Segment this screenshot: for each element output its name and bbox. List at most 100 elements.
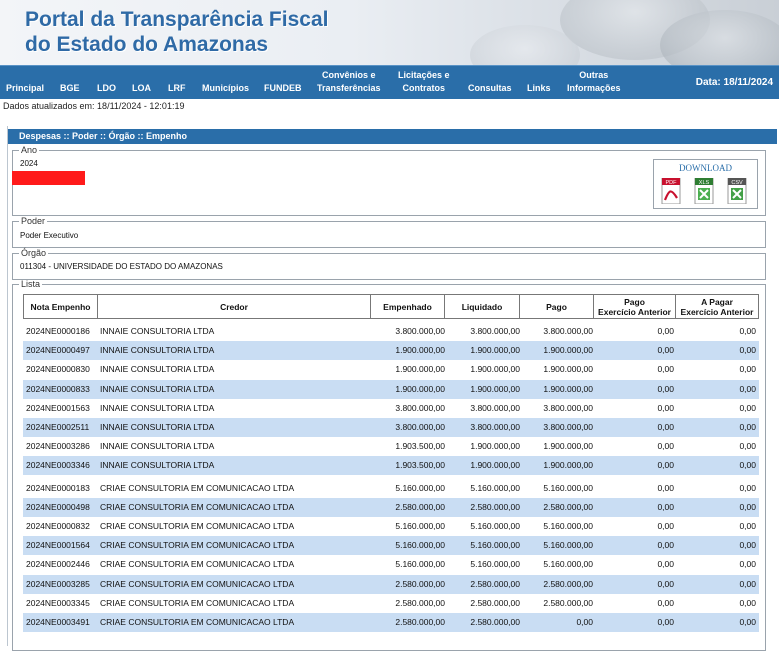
cell-pago-anterior: 0,00 [657, 345, 674, 356]
cell-pago-anterior: 0,00 [657, 597, 674, 608]
poder-value: Poder Executivo [20, 231, 79, 240]
cell-empenhado: 1.903.500,00 [395, 441, 445, 452]
orgao-value: 011304 - UNIVERSIDADE DO ESTADO DO AMAZO… [20, 262, 223, 271]
cell-a-pagar-anterior: 0,00 [739, 402, 756, 413]
col-header-empenhado[interactable]: Empenhado [371, 295, 445, 318]
cell-empenhado: 2.580.000,00 [395, 578, 445, 589]
cell-a-pagar-anterior: 0,00 [739, 460, 756, 471]
cell-credor: INNAIE CONSULTORIA LTDA [100, 345, 215, 356]
cell-nota: 2024NE0000832 [26, 521, 90, 531]
nav-item-consultas[interactable]: Consultas [468, 82, 512, 95]
table-row[interactable]: 2024NE0001563 INNAIE CONSULTORIA LTDA 3.80… [23, 398, 759, 418]
cell-nota: 2024NE0000833 [26, 383, 90, 394]
cell-credor: INNAIE CONSULTORIA LTDA [100, 326, 215, 336]
cell-a-pagar-anterior: 0,00 [739, 540, 756, 551]
xls-download-icon[interactable]: XLS [694, 177, 714, 205]
csv-download-icon[interactable]: CSV [727, 177, 747, 205]
cell-nota: 2024NE0003346 [26, 460, 90, 471]
download-label: DOWNLOAD [679, 163, 732, 173]
site-title-line2: do Estado do Amazonas [25, 33, 269, 56]
cell-nota: 2024NE0002511 [26, 422, 90, 432]
table-row[interactable]: 2024NE0003345 CRIAE CONSULTORIA EM COMUNI… [23, 593, 759, 613]
table-row[interactable]: 2024NE0000498 CRIAE CONSULTORIA EM COMUNI… [23, 497, 759, 517]
cell-empenhado: 5.160.000,00 [395, 559, 445, 570]
cell-pago: 5.160.000,00 [543, 559, 593, 570]
download-box: DOWNLOAD PDF XLS CSV [653, 159, 758, 209]
nav-item-convenios[interactable]: Convênios e Transferências [317, 69, 381, 95]
cell-pago: 1.900.000,00 [543, 441, 593, 452]
col-header-pago[interactable]: Pago [520, 295, 594, 318]
col-header-liquidado[interactable]: Liquidado [445, 295, 520, 318]
col-header-credor[interactable]: Credor [98, 295, 371, 318]
csv-text: CSV [731, 180, 743, 186]
main-nav: Principal BGE LDO LOA LRF Municípios FUN… [0, 65, 779, 99]
cell-pago-anterior: 0,00 [657, 326, 674, 336]
cell-pago: 1.900.000,00 [543, 460, 593, 471]
cell-pago: 2.580.000,00 [543, 597, 593, 608]
cell-credor: INNAIE CONSULTORIA LTDA [100, 441, 215, 452]
cell-pago: 2.580.000,00 [543, 578, 593, 589]
cell-pago-anterior: 0,00 [657, 460, 674, 471]
cell-nota: 2024NE0003285 [26, 578, 90, 589]
cell-nota: 2024NE0000186 [26, 326, 90, 336]
table-row[interactable]: 2024NE0000833 INNAIE CONSULTORIA LTDA 1.90… [23, 379, 759, 399]
table-row[interactable]: 2024NE0000183 CRIAE CONSULTORIA EM COMUNI… [23, 478, 759, 498]
current-date: Data: 18/11/2024 [695, 77, 773, 88]
cell-pago: 1.900.000,00 [543, 383, 593, 394]
cell-liquidado: 1.900.000,00 [470, 364, 520, 375]
cell-liquidado: 2.580.000,00 [470, 617, 520, 627]
site-title[interactable]: Portal da Transparência Fiscal do Estado… [25, 7, 328, 57]
cell-empenhado: 1.900.000,00 [395, 345, 445, 356]
table-row[interactable]: 2024NE0002446 CRIAE CONSULTORIA EM COMUNI… [23, 555, 759, 575]
table-row[interactable]: 2024NE0000832 CRIAE CONSULTORIA EM COMUNI… [23, 517, 759, 536]
nav-item-outras[interactable]: Outras Informações [567, 69, 621, 95]
nav-item-municipios[interactable]: Municípios [202, 82, 249, 95]
cell-nota: 2024NE0003345 [26, 597, 90, 608]
cell-credor: CRIAE CONSULTORIA EM COMUNICACAO LTDA [100, 501, 295, 512]
cell-empenhado: 1.900.000,00 [395, 364, 445, 375]
nav-item-ldo[interactable]: LDO [97, 82, 116, 95]
table-row[interactable]: 2024NE0003491 CRIAE CONSULTORIA EM COMUNI… [23, 613, 759, 632]
pdf-download-icon[interactable]: PDF [661, 177, 681, 205]
cell-a-pagar-anterior: 0,00 [739, 559, 756, 570]
cell-pago: 1.900.000,00 [543, 364, 593, 375]
cell-pago: 5.160.000,00 [543, 482, 593, 493]
nav-item-licitacoes[interactable]: Licitações e Contratos [398, 69, 450, 95]
poder-fieldset: Poder [12, 216, 766, 248]
cell-nota: 2024NE0000497 [26, 345, 90, 356]
cell-pago-anterior: 0,00 [657, 482, 674, 493]
cell-nota: 2024NE0001564 [26, 540, 90, 551]
cell-pago: 0,00 [576, 617, 593, 627]
cell-nota: 2024NE0000830 [26, 364, 90, 375]
nav-item-fundeb[interactable]: FUNDEB [264, 82, 302, 95]
table-row[interactable]: 2024NE0002511 INNAIE CONSULTORIA LTDA 3.80… [23, 418, 759, 437]
cell-empenhado: 5.160.000,00 [395, 482, 445, 493]
table-row[interactable]: 2024NE0000497 INNAIE CONSULTORIA LTDA 1.90… [23, 341, 759, 361]
cell-empenhado: 2.580.000,00 [395, 501, 445, 512]
nav-item-lrf[interactable]: LRF [168, 82, 186, 95]
table-row[interactable]: 2024NE0000186 INNAIE CONSULTORIA LTDA 3.80… [23, 322, 759, 341]
cell-liquidado: 1.900.000,00 [470, 460, 520, 471]
table-row[interactable]: 2024NE0003286 INNAIE CONSULTORIA LTDA 1.90… [23, 437, 759, 457]
nav-item-links[interactable]: Links [527, 82, 551, 95]
cell-pago-anterior: 0,00 [657, 617, 674, 627]
cell-pago-anterior: 0,00 [657, 501, 674, 512]
col-header-a-pagar-anterior[interactable]: A Pagar Exercício Anterior [676, 295, 758, 318]
cell-a-pagar-anterior: 0,00 [739, 326, 756, 336]
table-row[interactable]: 2024NE0000830 INNAIE CONSULTORIA LTDA 1.90… [23, 360, 759, 380]
cell-nota: 2024NE0003286 [26, 441, 90, 452]
table-row[interactable]: 2024NE0001564 CRIAE CONSULTORIA EM COMUNI… [23, 536, 759, 556]
table-row[interactable]: 2024NE0003285 CRIAE CONSULTORIA EM COMUNI… [23, 574, 759, 594]
table-row[interactable]: 2024NE0003346 INNAIE CONSULTORIA LTDA 1.90… [23, 456, 759, 476]
cell-pago-anterior: 0,00 [657, 383, 674, 394]
cell-pago-anterior: 0,00 [657, 422, 674, 432]
nav-item-loa[interactable]: LOA [132, 82, 151, 95]
cell-a-pagar-anterior: 0,00 [739, 441, 756, 452]
orgao-legend: Órgão [21, 248, 47, 258]
nav-item-bge[interactable]: BGE [60, 82, 80, 95]
poder-legend: Poder [21, 216, 46, 226]
nav-item-principal[interactable]: Principal [6, 82, 44, 95]
cell-a-pagar-anterior: 0,00 [739, 345, 756, 356]
col-header-pago-anterior[interactable]: Pago Exercício Anterior [594, 295, 676, 318]
col-header-nota[interactable]: Nota Empenho [24, 295, 98, 318]
